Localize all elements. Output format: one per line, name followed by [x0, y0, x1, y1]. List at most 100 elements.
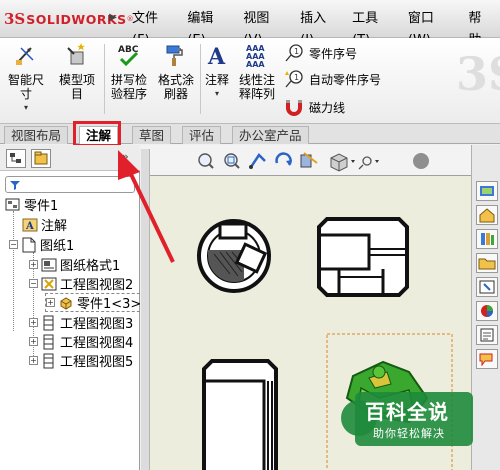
tab-sketch[interactable]: 草图 [132, 126, 172, 144]
panel-expand-chevron-icon[interactable]: » [122, 150, 129, 163]
hide-show-items-icon[interactable] [358, 156, 379, 170]
collapse-toggle-icon[interactable]: − [9, 240, 18, 249]
tree-item-sheet[interactable]: − 图纸1 [9, 235, 74, 254]
format-painter-label: 格式涂 刷器 [157, 73, 194, 101]
view-palette-tab[interactable] [476, 277, 498, 297]
drawing-view-icon [43, 334, 54, 349]
zoom-to-area-icon[interactable] [224, 153, 240, 169]
scene-sphere-icon[interactable] [409, 151, 433, 171]
display-style-icon[interactable] [330, 153, 355, 172]
menu-window[interactable]: 窗口(W) [401, 8, 461, 48]
balloon-button[interactable]: 1 零件序号 [283, 42, 357, 64]
smart-dimension-button[interactable]: 智能尺 寸 ▾ [4, 42, 48, 115]
menu-insert[interactable]: 插入(I) [293, 8, 345, 48]
tree-item-label: 零件1<3> [77, 297, 142, 312]
drawing-view-icon [41, 277, 57, 290]
expand-toggle-icon[interactable]: + [29, 356, 38, 365]
tree-filter-input[interactable] [5, 176, 135, 193]
collapse-toggle-icon[interactable]: − [29, 279, 38, 288]
smart-dimension-dropdown-icon[interactable]: ▾ [4, 101, 48, 115]
watermark-sub-text: 助你轻松解决 [373, 427, 445, 440]
feature-tree-tab[interactable] [6, 149, 26, 168]
tree-item-annotations[interactable]: A 注解 [22, 215, 67, 234]
auto-balloon-icon: 1 [285, 70, 303, 88]
previous-view-icon[interactable] [249, 153, 266, 169]
linear-note-pattern-label: 线性注 释阵列 [238, 73, 275, 101]
command-manager: 智能尺 寸 ▾ 模型项 目 ABC 拼写检 验程序 格式涂 刷器 A 注释 ▾ … [0, 38, 500, 124]
logo-flyout-arrow-icon[interactable]: ▶ [107, 10, 119, 26]
sheet-format-icon [41, 258, 57, 271]
watermark-main-text: 百科全说 [365, 400, 449, 424]
tree-item-label: 工程图视图3 [60, 317, 134, 332]
drawing-view-side[interactable] [317, 217, 409, 297]
svg-text:3S: 3S [456, 47, 500, 101]
drawing-view-circle[interactable] [197, 219, 271, 293]
drawing-document-icon [5, 198, 20, 210]
format-painter-icon [166, 45, 183, 66]
tree-item-sheet-format[interactable]: + 图纸格式1 [29, 255, 120, 274]
property-manager-tab[interactable] [31, 149, 51, 168]
tree-item-view2[interactable]: − 工程图视图2 [29, 274, 133, 293]
tree-item-view3[interactable]: + 工程图视图3 [29, 313, 133, 332]
spell-checker-button[interactable]: ABC 拼写检 验程序 [106, 42, 152, 101]
auto-balloon-label: 自动零件序号 [309, 72, 382, 87]
resources-tab[interactable] [476, 181, 498, 201]
custom-properties-tab[interactable] [476, 325, 498, 345]
svg-text:AAA: AAA [246, 60, 265, 68]
filter-icon [10, 181, 20, 190]
model-items-button[interactable]: 模型项 目 [53, 42, 101, 101]
drawing-view-front[interactable] [202, 359, 278, 470]
forum-tab[interactable] [476, 349, 498, 369]
section-view-icon[interactable] [300, 152, 318, 168]
smart-dimension-label: 智能尺 寸 [7, 73, 44, 101]
expand-toggle-icon[interactable]: + [29, 337, 38, 346]
tab-office-products[interactable]: 办公室产品 [232, 126, 309, 144]
feature-tree-icon [10, 153, 21, 163]
menu-tools[interactable]: 工具(T) [345, 8, 401, 48]
menu-help[interactable]: 帮助 [461, 8, 500, 48]
magnetic-line-button[interactable]: 磁力线 [283, 96, 345, 118]
tab-highlight-box [73, 121, 121, 147]
tab-view-layout[interactable]: 视图布局 [4, 126, 69, 144]
expand-toggle-icon[interactable]: + [29, 318, 38, 327]
expand-toggle-icon[interactable]: + [29, 260, 38, 269]
svg-text:1: 1 [294, 73, 299, 82]
ribbon-separator [200, 44, 201, 114]
rotate-view-icon[interactable] [275, 152, 292, 166]
tab-evaluate[interactable]: 评估 [182, 126, 222, 144]
view-toolbar-icons [198, 152, 379, 172]
panel-splitter-handle[interactable] [141, 149, 150, 470]
tree-item-view5[interactable]: + 工程图视图5 [29, 351, 133, 370]
zoom-to-fit-icon[interactable] [198, 153, 214, 169]
auto-balloon-button[interactable]: 1 自动零件序号 [283, 68, 381, 90]
note-label: 注释 [204, 73, 229, 87]
file-explorer-tab[interactable] [476, 253, 498, 273]
tree-item-root[interactable]: 零件1 [5, 195, 58, 214]
appearances-tab[interactable] [476, 301, 498, 321]
spell-check-icon: ABC [118, 45, 139, 67]
model-items-label: 模型项 目 [58, 73, 95, 101]
annotation-folder-icon: A [22, 218, 38, 232]
menu-file[interactable]: 文件(F) [125, 8, 180, 48]
design-library-tab[interactable] [476, 205, 498, 225]
note-dropdown-icon[interactable]: ▾ [202, 87, 232, 101]
tree-item-label: 注解 [41, 219, 68, 234]
tree-item-view4[interactable]: + 工程图视图4 [29, 332, 133, 351]
expand-toggle-icon[interactable]: + [46, 298, 55, 307]
magnet-icon [286, 100, 302, 116]
menu-view[interactable]: 视图(V) [236, 8, 293, 48]
title-bar: 3S SOLIDWORKS ® ▶ 文件(F) 编辑(E) 视图(V) 插入(I… [0, 0, 500, 48]
library-tab[interactable] [476, 229, 498, 249]
linear-note-pattern-button[interactable]: AAA AAA AAA 线性注 释阵列 [234, 42, 280, 101]
spell-checker-label: 拼写检 验程序 [110, 73, 147, 101]
tree-item-label: 图纸1 [40, 239, 75, 254]
note-button[interactable]: A 注释 ▾ [202, 42, 232, 101]
tree-item-label: 工程图视图2 [60, 278, 134, 293]
format-painter-button[interactable]: 格式涂 刷器 [154, 42, 198, 101]
tree-item-part-ref[interactable]: + 零件1<3> [45, 293, 146, 312]
task-pane-tabs [471, 145, 500, 470]
tree-item-label: 工程图视图5 [60, 355, 134, 370]
menu-edit[interactable]: 编辑(E) [180, 8, 236, 48]
property-manager-icon [34, 151, 48, 165]
sheet-icon [22, 237, 36, 252]
